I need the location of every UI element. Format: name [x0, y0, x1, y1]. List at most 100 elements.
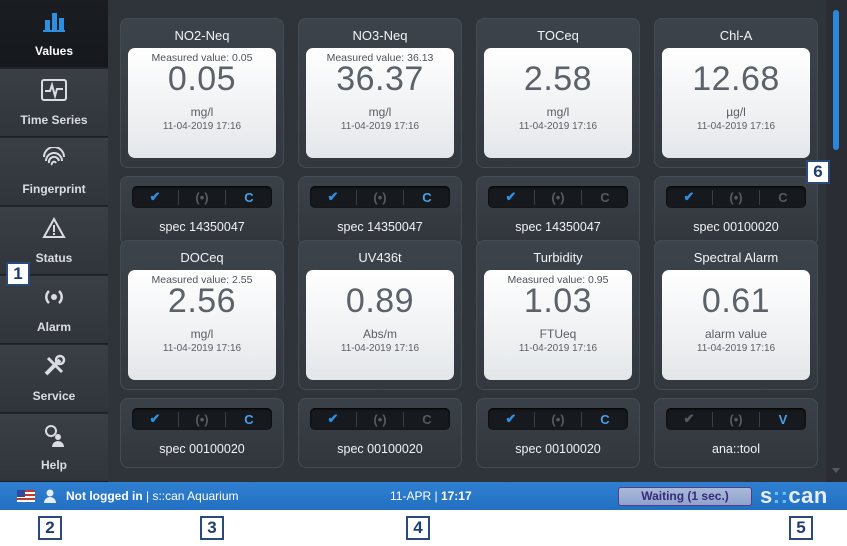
value-display[interactable]: Measured value: 2.55 2.56 mg/l 11-04-2019 1…	[128, 270, 276, 380]
value-display[interactable]: Measured value: 0.95 1.03 FTUeq 11-04-2019 …	[484, 270, 632, 380]
tile-header[interactable]: Chl-A 12.68 µg/l 11-04-2019 17:16	[654, 18, 818, 168]
value-display[interactable]: 12.68 µg/l 11-04-2019 17:16	[662, 48, 810, 158]
alarm-signal-icon: (•)	[534, 411, 581, 427]
tile-status-panel[interactable]: ✔ (•) Cspec 14350047	[120, 176, 284, 246]
tile-status-panel[interactable]: ✔ (•) Cspec 14350047	[298, 176, 462, 246]
parameter-unit: FTUeq	[539, 327, 577, 341]
parameter-title: UV436t	[358, 250, 402, 265]
parameter-value: 0.89	[345, 282, 415, 320]
parameter-title: Chl-A	[719, 28, 753, 43]
sidebar-item-fingerprint[interactable]: Fingerprint	[0, 138, 108, 206]
status-strip: ✔ (•) C	[488, 408, 628, 430]
callout-4: 4	[406, 516, 430, 540]
login-status[interactable]: Not logged in | s::can Aquarium	[66, 489, 239, 503]
sensor-spec: spec 00100020	[515, 442, 601, 456]
measurement-tile[interactable]: NO3-Neq Measured value: 36.13 36.37 mg/l 11-…	[298, 18, 462, 250]
measurement-tile[interactable]: DOCeq Measured value: 2.55 2.56 mg/l 11-04-2…	[120, 240, 284, 472]
sensor-spec: spec 14350047	[515, 220, 601, 234]
sidebar-item-time-series[interactable]: Time Series	[0, 69, 108, 137]
us-flag-icon[interactable]	[17, 490, 35, 502]
value-display[interactable]: 2.58 mg/l 11-04-2019 17:16	[484, 48, 632, 158]
sidebar: Values Time Series Fingerprint Status Al…	[0, 0, 108, 482]
parameter-unit: mg/l	[546, 105, 570, 119]
status-strip: ✔ (•) C	[488, 186, 628, 208]
measurement-tile[interactable]: TOCeq 2.58 mg/l 11-04-2019 17:16 ✔ (•) Cspec 1…	[476, 18, 640, 250]
help-person-icon	[0, 422, 108, 448]
timestamp: 11-04-2019 17:16	[518, 343, 598, 354]
waiting-status-button[interactable]: Waiting (1 sec.)	[618, 487, 752, 506]
scrollbar-thumb[interactable]	[833, 10, 839, 150]
parameter-value: 1.03	[523, 282, 593, 320]
tile-status-panel[interactable]: ✔ (•) C spec 14350047	[476, 176, 640, 246]
timestamp: 11-04-2019 17:16	[696, 121, 776, 132]
tile-status-panel[interactable]: ✔ (•) Vana::tool	[654, 398, 818, 468]
sidebar-item-help[interactable]: Help	[0, 414, 108, 482]
sensor-spec: spec 00100020	[337, 442, 423, 456]
parameter-value: 2.58	[523, 60, 593, 98]
scroll-down-icon[interactable]	[832, 468, 840, 473]
time: 17:17	[440, 489, 472, 503]
measurement-tile[interactable]: UV436t 0.89 Abs/m 11-04-2019 17:16 ✔ (•) Cspec…	[298, 240, 462, 472]
parameter-value: 0.61	[701, 282, 771, 320]
status-strip: ✔ (•) C	[132, 186, 272, 208]
parameter-value: 0.05	[167, 60, 237, 98]
parameter-unit: mg/l	[190, 327, 214, 341]
measurement-tile[interactable]: Spectral Alarm 0.61 alarm value 11-04-2019 …	[654, 240, 818, 472]
tile-header[interactable]: TOCeq 2.58 mg/l 11-04-2019 17:16	[476, 18, 640, 168]
value-display[interactable]: Measured value: 36.13 36.37 mg/l 11-04-2019…	[306, 48, 454, 158]
station-name: s::can Aquarium	[152, 489, 239, 503]
timestamp: 11-04-2019 17:16	[340, 343, 420, 354]
sidebar-item-values[interactable]: Values	[0, 0, 108, 68]
tile-header[interactable]: Turbidity Measured value: 0.95 1.03 FTUeq 11…	[476, 240, 640, 390]
alarm-signal-icon: (•)	[178, 411, 225, 427]
vertical-scrollbar[interactable]	[826, 0, 847, 482]
parameter-value: 12.68	[692, 60, 780, 98]
status-strip: ✔ (•) C	[666, 186, 806, 208]
timestamp: 11-04-2019 17:16	[340, 121, 420, 132]
bar-chart-icon	[0, 8, 108, 34]
status-strip: ✔ (•) C	[132, 408, 272, 430]
measurement-tile[interactable]: Chl-A 12.68 µg/l 11-04-2019 17:16 ✔ (•) Cspec …	[654, 18, 818, 250]
parameter-title: Turbidity	[533, 250, 583, 265]
tile-header[interactable]: NO3-Neq Measured value: 36.13 36.37 mg/l 11-…	[298, 18, 462, 168]
scan-logo: s::can	[760, 483, 828, 509]
tile-header[interactable]: Spectral Alarm 0.61 alarm value 11-04-2019 …	[654, 240, 818, 390]
waveform-icon	[0, 77, 108, 103]
sidebar-item-label: Alarm	[36, 320, 71, 334]
check-icon: ✔	[327, 189, 339, 204]
tile-header[interactable]: DOCeq Measured value: 2.55 2.56 mg/l 11-04-2…	[120, 240, 284, 390]
status-letter: C	[225, 411, 272, 427]
status-letter: C	[581, 189, 628, 205]
alarm-signal-icon: (•)	[178, 189, 225, 205]
alarm-signal-icon: (•)	[712, 411, 759, 427]
parameter-value: 2.56	[167, 282, 237, 320]
sidebar-item-service[interactable]: Service	[0, 345, 108, 413]
tile-status-panel[interactable]: ✔ (•) C spec 00100020	[120, 398, 284, 468]
value-display[interactable]: Measured value: 0.05 0.05 mg/l 11-04-2019 1…	[128, 48, 276, 158]
parameter-title: DOCeq	[180, 250, 224, 265]
value-display[interactable]: 0.61 alarm value 11-04-2019 17:16	[662, 270, 810, 380]
measurement-tile[interactable]: Turbidity Measured value: 0.95 1.03 FTUeq 11…	[476, 240, 640, 472]
parameter-unit: mg/l	[190, 105, 214, 119]
status-letter: C	[403, 189, 450, 205]
tile-status-panel[interactable]: ✔ (•) Cspec 00100020	[298, 398, 462, 468]
tile-status-panel[interactable]: ✔ (•) C spec 00100020	[476, 398, 640, 468]
value-display[interactable]: 0.89 Abs/m 11-04-2019 17:16	[306, 270, 454, 380]
alarm-signal-icon: (•)	[356, 411, 403, 427]
check-icon: ✔	[683, 411, 695, 426]
check-icon: ✔	[149, 189, 161, 204]
tile-status-panel[interactable]: ✔ (•) Cspec 00100020	[654, 176, 818, 246]
parameter-unit: Abs/m	[362, 327, 397, 341]
sidebar-item-label: Values	[34, 44, 74, 58]
sidebar-item-label: Time Series	[20, 113, 88, 127]
broadcast-icon	[0, 284, 108, 310]
tile-header[interactable]: UV436t 0.89 Abs/m 11-04-2019 17:16	[298, 240, 462, 390]
status-letter: C	[581, 411, 628, 427]
alarm-signal-icon: (•)	[712, 189, 759, 205]
user-icon[interactable]	[44, 489, 56, 503]
callout-6: 6	[806, 160, 830, 184]
sidebar-item-alarm[interactable]: Alarm	[0, 276, 108, 344]
sensor-spec: spec 00100020	[159, 442, 245, 456]
tile-header[interactable]: NO2-Neq Measured value: 0.05 0.05 mg/l 11-04…	[120, 18, 284, 168]
measurement-tile[interactable]: NO2-Neq Measured value: 0.05 0.05 mg/l 11-04…	[120, 18, 284, 250]
